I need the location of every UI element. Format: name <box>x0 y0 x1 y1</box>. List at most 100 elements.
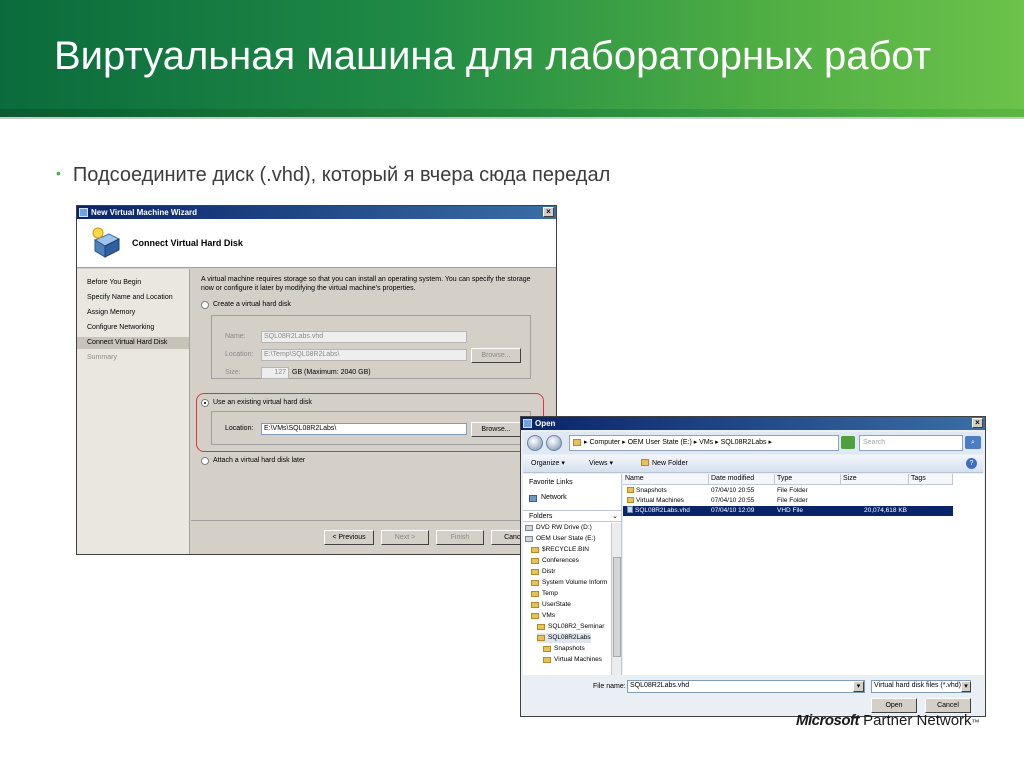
command-toolbar: Organize ▾ Views ▾ New Folder ? <box>523 455 983 473</box>
column-tags[interactable]: Tags <box>909 474 953 485</box>
finish-button[interactable]: Finish <box>436 530 484 545</box>
network-link[interactable]: Network <box>529 494 567 502</box>
file-type-dropdown-arrow[interactable]: ▾ <box>961 681 971 692</box>
breadcrumb[interactable]: ▸ Computer ▸ OEM User State (E:) ▸ VMs ▸… <box>569 435 839 451</box>
tree-item[interactable]: DVD RW Drive (D:) <box>525 523 592 533</box>
folder-icon <box>627 487 634 493</box>
refresh-icon[interactable] <box>841 436 855 449</box>
size-note: GB (Maximum: 2040 GB) <box>292 369 371 376</box>
size-label: Size: <box>225 369 241 376</box>
nav-step-summary[interactable]: Summary <box>77 352 189 364</box>
help-icon[interactable]: ? <box>966 458 977 469</box>
tree-item[interactable]: SQL08R2_Seminar <box>537 622 604 632</box>
create-vhd-group <box>211 315 531 379</box>
file-type-select[interactable]: Virtual hard disk files (*.vhd) <box>871 680 971 693</box>
wizard-description: A virtual machine requires storage so th… <box>201 276 531 292</box>
network-label: Network <box>541 494 567 501</box>
size-input[interactable]: 127 <box>261 367 289 379</box>
new-folder-label: New Folder <box>652 460 688 467</box>
chevron-down-icon: ⌄ <box>612 513 618 520</box>
open-file-dialog: Open × ▸ Computer ▸ OEM User State (E:) … <box>520 416 986 717</box>
open-app-icon <box>523 419 532 428</box>
existing-location-input[interactable]: E:\VMs\SQL08R2Labs\ <box>261 423 467 435</box>
tree-item[interactable]: OEM User State (E:) <box>525 534 596 544</box>
previous-button[interactable]: < Previous <box>324 530 374 545</box>
bullet-text: Подсоедините диск (.vhd), который я вчер… <box>72 164 611 186</box>
tree-item-selected[interactable]: SQL08R2Labs <box>537 633 591 643</box>
attach-later-radio[interactable] <box>201 457 209 465</box>
file-row[interactable]: Virtual Machines 07/04/10 20:55 File Fol… <box>623 496 953 506</box>
column-date-modified[interactable]: Date modified <box>709 474 775 485</box>
existing-vhd-radio[interactable] <box>201 399 209 407</box>
location-input[interactable]: E:\Temp\SQL08R2Labs\ <box>261 349 467 361</box>
bullet-dot-icon: • <box>56 165 61 181</box>
file-name-input[interactable]: SQL08R2Labs.vhd <box>627 680 865 693</box>
network-icon <box>529 495 537 502</box>
header-divider <box>0 117 1024 119</box>
column-name[interactable]: Name <box>623 474 709 485</box>
tree-item[interactable]: Temp <box>531 589 558 599</box>
views-menu[interactable]: Views ▾ <box>589 458 613 470</box>
next-button[interactable]: Next > <box>381 530 429 545</box>
open-titlebar[interactable]: Open × <box>521 417 985 430</box>
name-input[interactable]: SQL08R2Labs.vhd <box>261 331 467 343</box>
tree-item[interactable]: UserState <box>531 600 571 610</box>
bullet-item: • Подсоедините диск (.vhd), который я вче… <box>56 164 610 187</box>
tree-scrollbar[interactable] <box>611 523 621 675</box>
navigation-pane: Favorite Links Network Folders ⌄ DVD RW D… <box>523 474 622 675</box>
search-icon[interactable]: ⌕ <box>965 436 981 449</box>
existing-vhd-label: Use an existing virtual hard disk <box>213 399 312 406</box>
logo-product: Partner Network <box>863 712 972 729</box>
open-close-button[interactable]: × <box>972 418 983 428</box>
tree-item[interactable]: Snapshots <box>543 644 585 654</box>
create-vhd-radio[interactable] <box>201 301 209 309</box>
folders-header[interactable]: Folders ⌄ <box>523 510 622 522</box>
nav-step-connect-vhd[interactable]: Connect Virtual Hard Disk <box>77 337 189 349</box>
wizard-banner: Connect Virtual Hard Disk <box>77 219 556 268</box>
header-stripe <box>0 109 1024 117</box>
nav-step-before-you-begin[interactable]: Before You Begin <box>77 277 189 289</box>
wizard-step-nav: Before You Begin Specify Name and Locati… <box>77 269 190 554</box>
file-row-selected[interactable]: SQL08R2Labs.vhd 07/04/10 12:09 VHD File … <box>623 506 953 516</box>
dialog-bottom-bar: File name: SQL08R2Labs.vhd ▾ Virtual har… <box>523 676 983 716</box>
wizard-close-button[interactable]: × <box>543 207 554 217</box>
folders-label: Folders <box>529 513 553 520</box>
tree-item[interactable]: Conferences <box>531 556 579 566</box>
organize-menu[interactable]: Organize ▾ <box>531 458 565 470</box>
tree-item[interactable]: System Volume Inform <box>531 578 607 588</box>
tree-item[interactable]: $RECYCLE.BIN <box>531 545 589 555</box>
tree-item[interactable]: VMs <box>531 611 555 621</box>
file-name-dropdown-arrow[interactable]: ▾ <box>853 681 864 692</box>
back-arrow-icon[interactable] <box>527 435 543 451</box>
forward-arrow-icon[interactable] <box>546 435 562 451</box>
browse-new-button[interactable]: Browse... <box>471 348 521 363</box>
column-type[interactable]: Type <box>775 474 841 485</box>
folder-tree: DVD RW Drive (D:) OEM User State (E:) $R… <box>523 523 611 675</box>
favorite-links-heading: Favorite Links <box>529 479 573 486</box>
search-input[interactable]: Search <box>859 435 963 451</box>
address-bar: ▸ Computer ▸ OEM User State (E:) ▸ VMs ▸… <box>523 432 983 454</box>
column-size[interactable]: Size <box>841 474 909 485</box>
attach-later-label: Attach a virtual hard disk later <box>213 457 306 464</box>
tree-item[interactable]: Virtual Machines <box>543 655 602 665</box>
new-folder-icon <box>641 459 649 466</box>
open-button[interactable]: Open <box>871 698 917 713</box>
wizard-titlebar[interactable]: New Virtual Machine Wizard × <box>77 206 556 219</box>
existing-location-label: Location: <box>225 425 254 432</box>
wizard-footer: < Previous Next > Finish Cancel <box>191 520 556 554</box>
scrollbar-thumb[interactable] <box>613 557 621 657</box>
nav-step-name-location[interactable]: Specify Name and Location <box>77 292 189 304</box>
wizard-title: New Virtual Machine Wizard <box>91 208 198 217</box>
slide-title: Виртуальная машина для лабораторных рабо… <box>54 34 932 78</box>
file-row[interactable]: Snapshots 07/04/10 20:55 File Folder <box>623 486 953 496</box>
logo-brand: Microsoft <box>796 712 860 729</box>
nav-step-configure-networking[interactable]: Configure Networking <box>77 322 189 334</box>
browse-existing-button[interactable]: Browse... <box>471 422 521 437</box>
new-folder-button[interactable]: New Folder <box>641 458 688 470</box>
open-cancel-button[interactable]: Cancel <box>925 698 971 713</box>
tree-item[interactable]: Distr <box>531 567 555 577</box>
name-label: Name: <box>225 333 246 340</box>
nav-step-assign-memory[interactable]: Assign Memory <box>77 307 189 319</box>
location-label: Location: <box>225 351 254 358</box>
file-name-label: File name: <box>593 683 626 690</box>
